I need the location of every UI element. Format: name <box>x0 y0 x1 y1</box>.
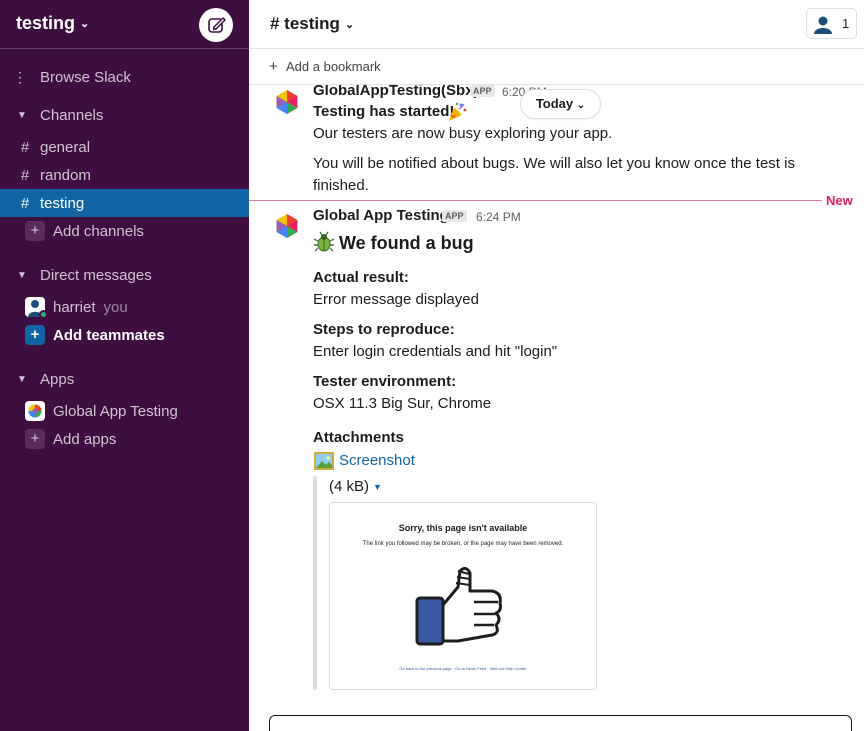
message-list: GlobalAppTesting(Sbx) APP 6:20 PM Today … <box>249 85 864 731</box>
bug-icon <box>313 231 335 252</box>
section-channels[interactable]: ▼ Channels <box>0 101 249 129</box>
attachment-preview[interactable]: Sorry, this page isn't available The lin… <box>329 502 597 690</box>
sidebar-item-label: Add teammates <box>53 326 165 344</box>
online-status-icon <box>39 310 48 319</box>
add-teammates-button[interactable]: + Add teammates <box>0 321 249 349</box>
message-text: Our testers are now busy exploring your … <box>313 125 613 142</box>
member-count: 1 <box>842 16 850 31</box>
add-channels-button[interactable]: + Add channels <box>0 217 249 245</box>
message-sender[interactable]: Global App Testing <box>313 207 449 224</box>
slack-app: testing ⌄ ⋮ Browse Slack ▼ Channels # gen… <box>0 0 864 731</box>
more-vertical-icon: ⋮ <box>13 68 27 85</box>
compose-button[interactable] <box>199 8 233 42</box>
new-messages-label: New <box>826 193 853 208</box>
channel-name: random <box>40 166 91 184</box>
broken-thumbs-up-icon <box>415 566 502 646</box>
chevron-down-icon: ⌄ <box>344 19 355 31</box>
you-label: you <box>103 298 128 316</box>
new-messages-divider <box>249 200 822 201</box>
attachment-size: (4 kB) <box>329 478 370 495</box>
caret-down-icon: ▼ <box>17 269 27 281</box>
channel-title-button[interactable]: # testing ⌄ <box>270 14 354 34</box>
message-composer-input[interactable] <box>269 715 852 731</box>
message-text: finished. <box>313 177 369 194</box>
section-direct-messages[interactable]: ▼ Direct messages <box>0 261 249 289</box>
add-bookmark-button[interactable]: Add a bookmark <box>286 59 381 74</box>
sidebar-item-label: Add apps <box>53 430 117 448</box>
app-avatar-icon[interactable] <box>274 89 300 115</box>
section-label: Direct messages <box>40 266 152 284</box>
message-timestamp[interactable]: 6:24 PM <box>476 210 521 224</box>
app-logo-icon <box>25 401 45 421</box>
section-apps[interactable]: ▼ Apps <box>0 365 249 393</box>
bookmark-bar: + Add a bookmark <box>249 49 864 85</box>
caret-down-icon: ▼ <box>17 109 27 121</box>
party-popper-icon <box>449 102 467 121</box>
preview-links: Go back to the previous page · Go to New… <box>399 666 527 671</box>
sidebar-item-label: Add channels <box>53 222 144 240</box>
preview-subtext: The link you followed may be broken, or … <box>362 541 564 547</box>
section-label: Channels <box>40 106 104 124</box>
date-label: Today <box>535 96 574 111</box>
channel-name: testing <box>40 194 85 212</box>
hash-icon: # <box>20 194 30 212</box>
message-title: Testing has started! <box>313 103 455 120</box>
dm-user-name: harriet <box>53 298 96 316</box>
app-badge: APP <box>442 210 467 222</box>
message-sender[interactable]: GlobalAppTesting(Sbx) <box>313 85 479 99</box>
hash-icon: # <box>20 138 30 156</box>
channel-name: general <box>40 138 91 156</box>
field-value: Error message displayed <box>313 291 479 308</box>
field-label: Attachments <box>313 429 404 446</box>
plus-icon: + <box>25 221 45 241</box>
field-label: Actual result: <box>313 269 409 286</box>
chevron-down-icon: ⌄ <box>576 100 586 111</box>
image-file-icon <box>314 452 334 470</box>
compose-icon <box>208 17 226 33</box>
preview-heading: Sorry, this page isn't available <box>398 523 528 533</box>
date-divider-button[interactable]: Today ⌄ <box>520 89 601 119</box>
app-avatar-icon[interactable] <box>274 213 300 239</box>
member-avatar-icon <box>812 14 834 34</box>
workspace-name: testing <box>16 13 76 33</box>
caret-down-icon: ▼ <box>17 373 27 385</box>
section-label: Apps <box>40 370 75 388</box>
sidebar-item-label: Browse Slack <box>40 68 131 86</box>
workspace-header: testing ⌄ <box>0 0 249 49</box>
field-label: Steps to reproduce: <box>313 321 455 338</box>
plus-icon[interactable]: + <box>269 58 278 75</box>
attachment-quote-bar <box>313 476 317 690</box>
message-text: You will be notified about bugs. We will… <box>313 155 795 172</box>
attachment-size-toggle[interactable]: (4 kB) ▼ <box>329 478 382 495</box>
field-value: OSX 11.3 Big Sur, Chrome <box>313 395 492 412</box>
field-value: Enter login credentials and hit "login" <box>313 343 558 360</box>
sidebar-item-global-app-testing[interactable]: Global App Testing <box>0 397 249 425</box>
caret-down-icon: ▼ <box>373 482 382 492</box>
plus-icon: + <box>25 429 45 449</box>
sidebar-item-browse[interactable]: ⋮ Browse Slack <box>0 63 249 91</box>
workspace-name-button[interactable]: testing ⌄ <box>16 13 89 34</box>
add-apps-button[interactable]: + Add apps <box>0 425 249 453</box>
sidebar-item-dm-harriet[interactable]: harriet you <box>0 293 249 321</box>
channel-title: # testing <box>270 14 340 33</box>
members-button[interactable]: 1 <box>806 8 857 39</box>
channel-header: # testing ⌄ 1 <box>249 0 864 49</box>
sidebar-item-testing[interactable]: # testing <box>0 189 249 217</box>
sidebar-item-random[interactable]: # random <box>0 161 249 189</box>
message-title: We found a bug <box>339 233 474 253</box>
app-name: Global App Testing <box>53 402 178 420</box>
plus-icon: + <box>25 325 45 345</box>
chevron-down-icon: ⌄ <box>80 18 90 30</box>
sidebar: testing ⌄ ⋮ Browse Slack ▼ Channels # gen… <box>0 0 249 731</box>
attachment-link[interactable]: Screenshot <box>339 452 415 469</box>
field-label: Tester environment: <box>313 373 457 390</box>
hash-icon: # <box>20 166 30 184</box>
app-badge: APP <box>470 85 495 97</box>
sidebar-item-general[interactable]: # general <box>0 133 249 161</box>
